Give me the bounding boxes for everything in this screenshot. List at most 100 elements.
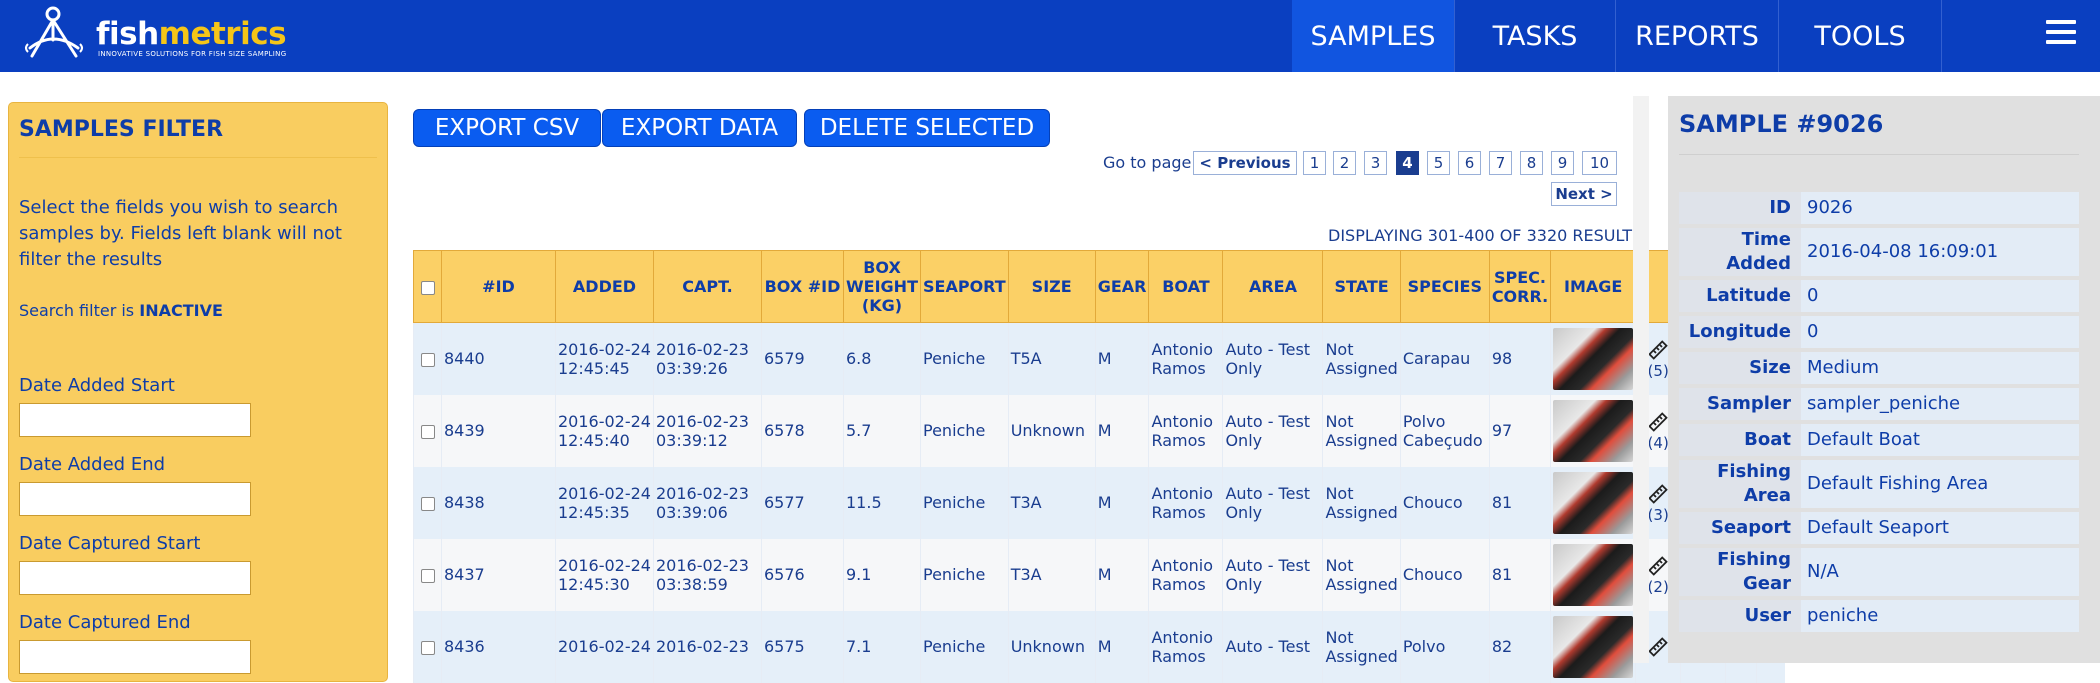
detail-value: Default Boat bbox=[1801, 424, 2079, 456]
date-captured-end-input[interactable] bbox=[19, 640, 251, 674]
cell-id: 8439 bbox=[441, 394, 556, 467]
export-csv-button[interactable]: EXPORT CSV bbox=[413, 109, 601, 147]
sample-detail-table: ID 9026 Time Added 2016-04-08 16:09:01 Latit… bbox=[1679, 188, 2079, 636]
cell-image[interactable] bbox=[1550, 466, 1636, 539]
table-row[interactable]: 8439 2016-02-24 12:45:40 2016-02-23 03:39:… bbox=[413, 394, 1786, 467]
nav-samples[interactable]: SAMPLES bbox=[1292, 0, 1454, 72]
cell-box-id: 6576 bbox=[761, 538, 844, 611]
cell-box-id: 6579 bbox=[761, 322, 844, 395]
date-added-end-input[interactable] bbox=[19, 482, 251, 516]
pagination-page-current[interactable]: 4 bbox=[1396, 151, 1419, 175]
cell-added: 2016-02-24 12:45:30 bbox=[555, 538, 654, 611]
column-added[interactable]: ADDED bbox=[555, 250, 654, 323]
column-boat[interactable]: BOAT bbox=[1148, 250, 1224, 323]
detail-key: Fishing Area bbox=[1679, 460, 1801, 508]
row-checkbox[interactable] bbox=[420, 424, 435, 439]
detail-key: Latitude bbox=[1679, 280, 1801, 312]
cell-area: Auto - Test Only bbox=[1222, 394, 1323, 467]
cell-area: Auto - Test Only bbox=[1222, 538, 1323, 611]
export-data-button[interactable]: EXPORT DATA bbox=[602, 109, 797, 147]
pagination-page[interactable]: 3 bbox=[1364, 151, 1387, 175]
nav-tools[interactable]: TOOLS bbox=[1779, 0, 1941, 72]
row-checkbox-cell[interactable] bbox=[413, 466, 442, 539]
nav-tasks[interactable]: TASKS bbox=[1455, 0, 1615, 72]
cell-seaport: Peniche bbox=[920, 610, 1009, 683]
table-row[interactable]: 8436 2016-02-24 2016-02-23 6575 7.1 Peniche Un… bbox=[413, 610, 1786, 683]
cell-image[interactable] bbox=[1550, 610, 1636, 683]
sample-thumbnail[interactable] bbox=[1553, 327, 1634, 390]
row-checkbox[interactable] bbox=[420, 496, 435, 511]
logo-word-metrics: metrics bbox=[158, 16, 287, 52]
column-area[interactable]: AREA bbox=[1222, 250, 1324, 323]
select-all-checkbox[interactable] bbox=[420, 280, 435, 295]
delete-selected-button[interactable]: DELETE SELECTED bbox=[804, 109, 1050, 147]
column-state[interactable]: STATE bbox=[1322, 250, 1401, 323]
column-gear[interactable]: GEAR bbox=[1094, 250, 1150, 323]
column-capt[interactable]: CAPT. bbox=[653, 250, 762, 323]
detail-value: Default Fishing Area bbox=[1801, 460, 2079, 508]
row-checkbox[interactable] bbox=[420, 352, 435, 367]
fishmetrics-logo[interactable]: fishmetrics INNOVATIVE SOLUTIONS FOR FIS… bbox=[20, 4, 320, 66]
detail-divider bbox=[1679, 154, 2079, 155]
column-box-weight[interactable]: BOX WEIGHT (KG) bbox=[843, 250, 921, 323]
table-row[interactable]: 8438 2016-02-24 12:45:35 2016-02-23 03:39:… bbox=[413, 466, 1786, 539]
column-species[interactable]: SPECIES bbox=[1399, 250, 1490, 323]
cell-image[interactable] bbox=[1550, 322, 1636, 395]
row-checkbox-cell[interactable] bbox=[413, 538, 442, 611]
sample-thumbnail[interactable] bbox=[1553, 543, 1634, 606]
nav-separator bbox=[1941, 0, 1942, 72]
row-checkbox-cell[interactable] bbox=[413, 394, 442, 467]
sample-thumbnail[interactable] bbox=[1553, 471, 1634, 534]
cell-image[interactable] bbox=[1550, 538, 1636, 611]
logo-tagline: INNOVATIVE SOLUTIONS FOR FISH SIZE SAMPL… bbox=[98, 50, 287, 58]
row-checkbox-cell[interactable] bbox=[413, 610, 442, 683]
table-row[interactable]: 8437 2016-02-24 12:45:30 2016-02-23 03:38:… bbox=[413, 538, 1786, 611]
pagination-page[interactable]: 5 bbox=[1427, 151, 1450, 175]
pagination-next[interactable]: Next > bbox=[1551, 182, 1617, 206]
cell-spec-corr: 81 bbox=[1488, 538, 1551, 611]
detail-key: Time Added bbox=[1679, 228, 1801, 276]
date-added-start-input[interactable] bbox=[19, 403, 251, 437]
detail-key: Boat bbox=[1679, 424, 1801, 456]
filter-description: Select the fields you wish to search sam… bbox=[19, 197, 342, 270]
cell-image[interactable] bbox=[1550, 394, 1636, 467]
column-size[interactable]: SIZE bbox=[1007, 250, 1096, 323]
pagination-previous[interactable]: < Previous bbox=[1193, 151, 1297, 175]
column-seaport[interactable]: SEAPORT bbox=[920, 250, 1009, 323]
pagination-page[interactable]: 8 bbox=[1520, 151, 1543, 175]
samples-filter-panel: SAMPLES FILTER Select the fields you wis… bbox=[8, 102, 388, 682]
cell-gear: M bbox=[1094, 394, 1149, 467]
pagination-page[interactable]: 7 bbox=[1489, 151, 1512, 175]
sample-thumbnail[interactable] bbox=[1553, 399, 1634, 462]
detail-key: Sampler bbox=[1679, 388, 1801, 420]
column-box-id[interactable]: BOX #ID bbox=[761, 250, 844, 323]
cell-box-weight: 11.5 bbox=[843, 466, 921, 539]
pagination-page[interactable]: 6 bbox=[1458, 151, 1481, 175]
hamburger-menu-icon[interactable] bbox=[2046, 20, 2076, 50]
date-captured-start-input[interactable] bbox=[19, 561, 251, 595]
cell-seaport: Peniche bbox=[920, 394, 1009, 467]
cell-capt: 2016-02-23 03:39:06 bbox=[653, 466, 762, 539]
cell-id: 8440 bbox=[441, 322, 556, 395]
row-checkbox[interactable] bbox=[420, 640, 435, 655]
cell-state: Not Assigned bbox=[1322, 538, 1401, 611]
pagination-page[interactable]: 10 bbox=[1582, 151, 1617, 175]
nav-reports[interactable]: REPORTS bbox=[1616, 0, 1778, 72]
detail-row: Time Added 2016-04-08 16:09:01 bbox=[1679, 228, 2079, 276]
column-spec-corr[interactable]: SPEC. CORR. bbox=[1488, 250, 1552, 323]
cell-area: Auto - Test Only bbox=[1222, 322, 1323, 395]
cell-boat: Antonio Ramos bbox=[1148, 538, 1223, 611]
pagination-page[interactable]: 2 bbox=[1333, 151, 1356, 175]
table-row[interactable]: 8440 2016-02-24 12:45:45 2016-02-23 03:39:… bbox=[413, 322, 1786, 395]
row-checkbox[interactable] bbox=[420, 568, 435, 583]
cell-gear: M bbox=[1094, 322, 1149, 395]
cell-capt: 2016-02-23 03:39:26 bbox=[653, 322, 762, 395]
pagination-page[interactable]: 9 bbox=[1551, 151, 1574, 175]
select-all-checkbox-cell[interactable] bbox=[413, 250, 442, 323]
cell-species: Polvo bbox=[1399, 610, 1490, 683]
column-id[interactable]: #ID bbox=[441, 250, 556, 323]
sample-thumbnail[interactable] bbox=[1553, 615, 1634, 678]
detail-row: User peniche bbox=[1679, 600, 2079, 632]
pagination-page[interactable]: 1 bbox=[1303, 151, 1326, 175]
row-checkbox-cell[interactable] bbox=[413, 322, 442, 395]
